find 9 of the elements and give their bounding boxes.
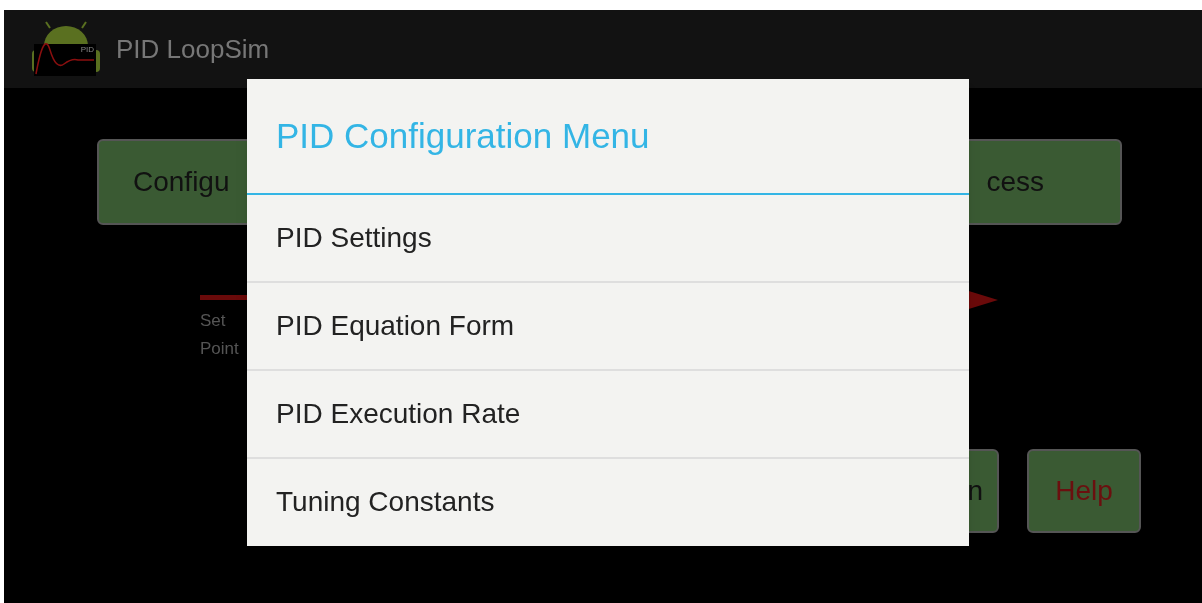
menu-item[interactable]: PID Execution Rate: [247, 371, 969, 457]
app-title: PID LoopSim: [116, 32, 270, 66]
menu-item[interactable]: PID Equation Form: [247, 283, 969, 369]
logo-label: PID: [80, 46, 94, 54]
menu-item[interactable]: Tuning Constants: [247, 459, 969, 545]
setpoint-label: Point: [200, 338, 239, 360]
menu-item[interactable]: PID Settings: [247, 195, 969, 281]
android-logo-icon: [30, 20, 102, 78]
setpoint-label: Set: [200, 310, 227, 332]
